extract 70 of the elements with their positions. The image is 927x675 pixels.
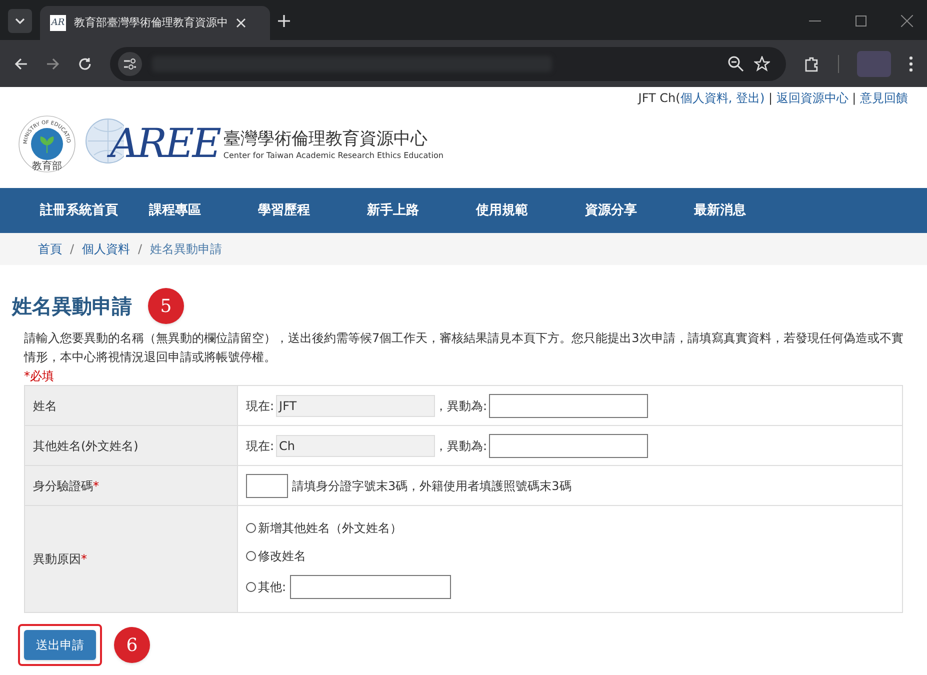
zoom-icon[interactable]	[728, 56, 744, 72]
new-tab-icon[interactable]	[278, 15, 290, 27]
other-reason-field[interactable]	[290, 575, 452, 599]
favicon: AR	[50, 15, 66, 31]
verification-code-field[interactable]	[246, 474, 288, 498]
breadcrumb-link[interactable]: 首頁	[38, 240, 62, 258]
nav-link[interactable]: 學習歷程	[258, 200, 367, 220]
new-name-field[interactable]	[489, 434, 648, 458]
current-label: 現在:	[246, 398, 274, 414]
close-icon[interactable]	[236, 18, 246, 28]
radio-button[interactable]	[246, 582, 256, 592]
nav-link[interactable]: 資源分享	[585, 200, 694, 220]
radio-button[interactable]	[246, 551, 256, 561]
nav-link[interactable]: 註冊系統首頁	[40, 200, 149, 220]
code-hint: 請填身分證字號末3碼，外籍使用者填護照號碼末3碼	[292, 478, 572, 494]
chevron-down-icon	[15, 18, 25, 24]
bracket-text: )	[760, 90, 765, 107]
close-window-icon[interactable]	[901, 15, 913, 27]
site-settings-icon[interactable]	[118, 52, 142, 76]
comma-text: ,	[728, 90, 734, 107]
logo-subtitle: Center for Taiwan Academic Research Ethics Education	[223, 150, 444, 162]
page-title: 姓名異動申請	[12, 293, 132, 320]
radio-label: 其他:	[258, 579, 286, 596]
submit-button[interactable]: 送出申請	[24, 630, 96, 660]
change-label: ，異動為:	[435, 398, 488, 414]
change-label: ，異動為:	[435, 438, 488, 454]
field-label: 姓名	[33, 398, 57, 412]
maximize-icon[interactable]	[855, 15, 867, 27]
radio-option[interactable]: 修改姓名	[246, 547, 894, 565]
breadcrumb-separator: /	[70, 241, 74, 258]
profile-link[interactable]: 個人資料	[680, 89, 728, 107]
current-name-field: JFT	[276, 394, 436, 416]
breadcrumb-link[interactable]: 個人資料	[82, 240, 130, 258]
field-label: 異動原因*	[33, 552, 87, 566]
tab-title: 教育部臺灣學術倫理教育資源中	[74, 14, 228, 31]
separator-text: |	[851, 90, 858, 107]
breadcrumb-separator: /	[138, 241, 142, 258]
radio-label: 修改姓名	[258, 548, 306, 565]
breadcrumb-link[interactable]: 姓名異動申請	[150, 240, 222, 258]
logout-link[interactable]: 登出	[736, 89, 760, 107]
field-label: 身分驗證碼*	[33, 478, 99, 492]
back-link[interactable]: 返回資源中心	[776, 89, 848, 107]
new-name-field[interactable]	[489, 394, 648, 418]
puzzle-icon[interactable]	[804, 56, 820, 72]
separator-text: |	[767, 90, 774, 107]
forward-icon[interactable]	[46, 56, 60, 70]
nav-link[interactable]: 最新消息	[694, 200, 803, 220]
back-icon[interactable]	[14, 56, 28, 70]
nav-link[interactable]: 課程專區	[149, 200, 258, 220]
radio-option[interactable]: 新增其他姓名（外文姓名）	[246, 519, 894, 537]
reload-icon[interactable]	[78, 56, 92, 70]
step-marker: 5	[148, 288, 184, 324]
current-name-field: Ch	[276, 434, 436, 456]
radio-button[interactable]	[246, 523, 256, 533]
bookmark-star-icon[interactable]	[754, 56, 770, 72]
radio-option[interactable]: 其他:	[246, 575, 894, 599]
nav-link[interactable]: 使用規範	[476, 200, 585, 220]
logo-title: 臺灣學術倫理教育資源中心	[223, 128, 428, 150]
feedback-link[interactable]: 意見回饋	[860, 89, 908, 107]
tab-list-button[interactable]	[8, 9, 32, 33]
browser-tab[interactable]: AR 教育部臺灣學術倫理教育資源中	[40, 6, 270, 40]
required-note: *必填	[24, 368, 54, 385]
step-marker: 6	[114, 627, 150, 663]
field-label: 其他姓名(外文姓名)	[33, 438, 138, 452]
radio-label: 新增其他姓名（外文姓名）	[258, 520, 402, 537]
nav-link[interactable]: 新手上路	[367, 200, 476, 220]
more-icon[interactable]	[909, 56, 913, 72]
intro-text: 請輸入您要異動的名稱（無異動的欄位請留空），送出後約需等候7個工作天，審核結果請見本頁下方。您只能提出3次申請，請填寫真實資料，若發現任何偽造或不實情形，本中心將視情況退回申請或將帳號停權。	[24, 330, 904, 366]
current-label: 現在:	[246, 438, 274, 454]
user-name: JFT Ch(	[638, 90, 680, 107]
